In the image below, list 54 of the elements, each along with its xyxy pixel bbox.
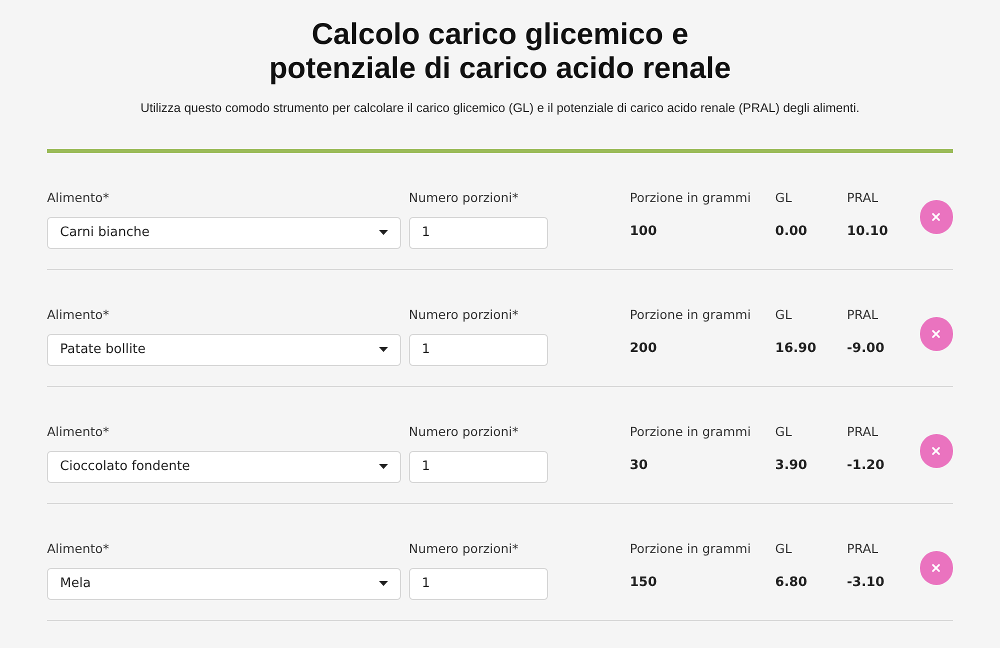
food-select[interactable]: Carni bianche bbox=[47, 216, 401, 248]
column-label: Porzione in grammi bbox=[630, 188, 752, 207]
dropdown-caret-icon bbox=[378, 347, 388, 352]
dropdown-caret-icon bbox=[378, 230, 388, 235]
field-label: Alimento* bbox=[47, 188, 110, 207]
page-title: Calcolo carico glicemico e potenziale di carico acido renale bbox=[269, 18, 731, 86]
column-label: Porzione in grammi bbox=[630, 422, 752, 441]
pral-value: 10.10 bbox=[846, 222, 890, 240]
food-select[interactable]: Cioccolato fondente bbox=[47, 450, 401, 482]
close-icon bbox=[932, 330, 940, 338]
pral-value: -1.20 bbox=[846, 456, 886, 474]
remove-button[interactable] bbox=[920, 434, 954, 468]
column-label: GL bbox=[775, 306, 793, 324]
column-label: PRAL bbox=[846, 306, 880, 324]
column-label: GL bbox=[775, 188, 793, 207]
gl-value: 0.00 bbox=[775, 222, 808, 240]
dropdown-caret-icon bbox=[378, 581, 388, 586]
pral-value: -3.10 bbox=[846, 574, 886, 592]
portions-input[interactable]: 1 bbox=[408, 450, 548, 482]
remove-button[interactable] bbox=[920, 316, 954, 351]
food-select[interactable]: Patate bollite bbox=[47, 334, 401, 366]
column-label: Porzione in grammi bbox=[630, 306, 752, 324]
close-icon bbox=[932, 212, 940, 221]
grams-value: 150 bbox=[630, 574, 658, 592]
grams-value: 100 bbox=[630, 222, 658, 240]
remove-button[interactable] bbox=[920, 200, 954, 234]
portions-input[interactable]: 1 bbox=[408, 568, 548, 600]
field-label: Numero porzioni* bbox=[408, 540, 520, 558]
remove-button[interactable] bbox=[920, 550, 954, 585]
gl-value: 3.90 bbox=[775, 456, 808, 474]
gl-value: 16.90 bbox=[775, 340, 818, 358]
dropdown-caret-icon bbox=[378, 464, 388, 469]
close-icon bbox=[932, 446, 940, 455]
column-label: Porzione in grammi bbox=[630, 540, 752, 558]
close-icon bbox=[932, 564, 940, 572]
field-label: Numero porzioni* bbox=[408, 188, 520, 207]
column-label: PRAL bbox=[846, 188, 880, 207]
field-label: Alimento* bbox=[47, 422, 110, 441]
pral-value: -9.00 bbox=[846, 340, 886, 358]
food-select[interactable]: Mela bbox=[47, 568, 401, 600]
portions-input[interactable]: 1 bbox=[408, 216, 548, 248]
portions-input[interactable]: 1 bbox=[408, 334, 548, 366]
grams-value: 30 bbox=[630, 456, 649, 474]
field-label: Alimento* bbox=[47, 540, 110, 558]
column-label: GL bbox=[775, 540, 793, 558]
field-label: Numero porzioni* bbox=[408, 306, 520, 324]
gl-value: 6.80 bbox=[775, 574, 808, 592]
field-label: Numero porzioni* bbox=[408, 422, 520, 441]
field-label: Alimento* bbox=[47, 306, 110, 324]
column-label: GL bbox=[775, 422, 793, 441]
column-label: PRAL bbox=[846, 422, 880, 441]
column-label: PRAL bbox=[846, 540, 880, 558]
grams-value: 200 bbox=[630, 340, 658, 358]
page-description: Utilizza questo comodo strumento per calcolare il carico glicemico (GL) e il potenziale di carico acido renale (PRAL) degli alimenti. bbox=[140, 100, 860, 117]
